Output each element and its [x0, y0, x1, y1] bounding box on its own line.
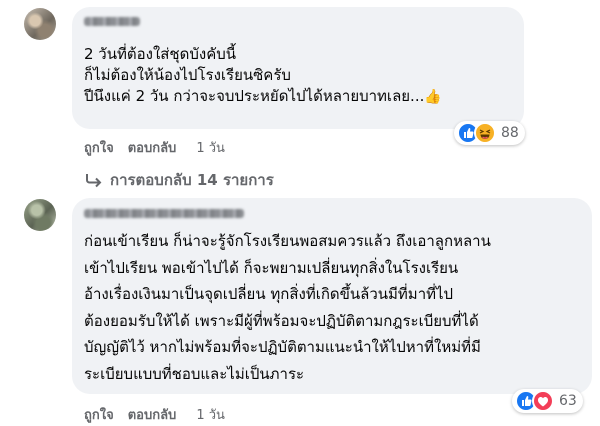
reaction-summary[interactable]: 63 — [512, 389, 583, 413]
comment-actions: ถูกใจ ตอบกลับ 1 วัน — [84, 404, 239, 425]
commenter-name-redacted[interactable] — [84, 17, 140, 26]
commenter-avatar[interactable] — [24, 199, 56, 231]
comment-line: อ้างเรื่องเงินมาเป็นจุดเปลี่ยน ทุกสิ่งที… — [84, 285, 454, 303]
reaction-count: 63 — [559, 393, 577, 409]
comment-line: ปีนึงแค่ 2 วัน กว่าจะจบประหยัดไปได้หลายบ… — [84, 87, 442, 105]
comment-line: ระเบียบแบบที่ชอบและไม่เป็นภาระ — [84, 364, 305, 383]
comment-line: ต้องยอมรับให้ได้ เพราะมีผู้ที่พร้อมจะปฏิ… — [84, 311, 479, 330]
comment-text: ก่อนเข้าเรียน ก็น่าจะรู้จักโรงเรียนพอสมค… — [84, 228, 491, 387]
comment-text: 2 วันที่ต้องใส่ชุดบังคับนี้ ก็ไม่ต้องให้… — [84, 44, 442, 108]
reply-button[interactable]: ตอบกลับ — [128, 408, 177, 423]
reply-arrow-icon — [86, 174, 102, 188]
reaction-count: 88 — [501, 125, 519, 141]
reaction-summary[interactable]: 88 — [454, 121, 525, 145]
commenter-avatar[interactable] — [24, 8, 56, 40]
haha-icon — [474, 122, 496, 144]
like-button[interactable]: ถูกใจ — [84, 141, 114, 156]
comment-time[interactable]: 1 วัน — [196, 408, 225, 423]
comment-bubble: ก่อนเข้าเรียน ก็น่าจะรู้จักโรงเรียนพอสมค… — [72, 198, 592, 394]
view-replies-link[interactable]: การตอบกลับ 14 รายการ — [84, 168, 274, 192]
view-replies-label: การตอบกลับ 14 รายการ — [110, 171, 274, 189]
like-button[interactable]: ถูกใจ — [84, 408, 114, 423]
comment-line: เข้าไปเรียน พอเข้าไปได้ ก็จะพยามเปลี่ยนท… — [84, 258, 459, 277]
thumbs-up-emoji: 👍 — [424, 89, 442, 105]
comment-line: บัญญัติไว้ หากไม่พร้อมที่จะปฏิบัติตามแนะ… — [84, 338, 481, 356]
commenter-name-redacted[interactable] — [84, 209, 244, 218]
comment-bubble: 2 วันที่ต้องใส่ชุดบังคับนี้ ก็ไม่ต้องให้… — [72, 7, 524, 129]
comment-actions: ถูกใจ ตอบกลับ 1 วัน — [84, 137, 239, 158]
comment-line: 2 วันที่ต้องใส่ชุดบังคับนี้ — [84, 45, 237, 63]
comment-line: ก่อนเข้าเรียน ก็น่าจะรู้จักโรงเรียนพอสมค… — [84, 232, 491, 250]
love-icon — [532, 390, 554, 412]
comment-line: ก็ไม่ต้องให้น้องไปโรงเรียนซิครับ — [84, 66, 291, 84]
reply-button[interactable]: ตอบกลับ — [128, 141, 177, 156]
comment-time[interactable]: 1 วัน — [196, 141, 225, 156]
